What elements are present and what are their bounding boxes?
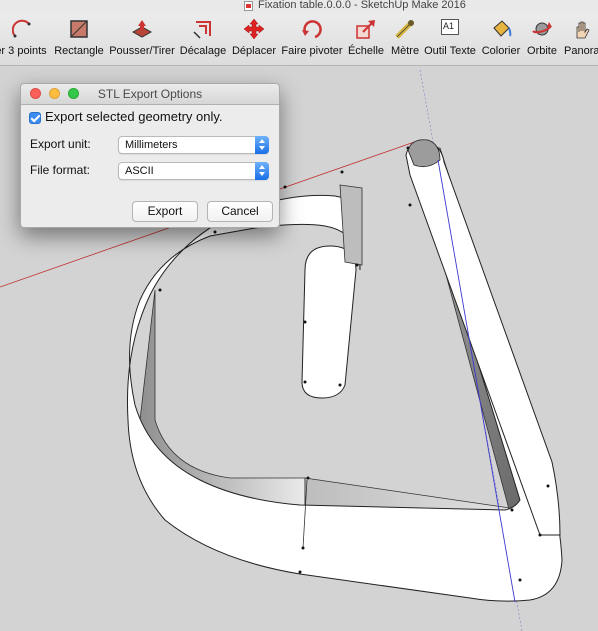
rectangle-icon — [70, 20, 88, 38]
export-selected-label[interactable]: Export selected geometry only. — [45, 109, 223, 124]
select-arrows-icon — [255, 136, 269, 154]
tool-label: er 3 points — [0, 45, 47, 57]
document-icon — [244, 1, 253, 11]
tool-offset[interactable]: Décalage — [178, 13, 228, 65]
tool-text[interactable]: A1 Outil Texte — [424, 13, 476, 65]
tool-label: Colorier — [481, 45, 521, 57]
scale-icon — [356, 20, 375, 39]
text-tool-icon: A1 — [441, 19, 459, 35]
diagonal-bar-top — [405, 140, 561, 536]
tool-label: Orbite — [527, 45, 557, 57]
tool-rectangle[interactable]: Rectangle — [53, 13, 105, 65]
tool-tape-measure[interactable]: Mètre — [388, 13, 422, 65]
tool-label: Outil Texte — [424, 45, 476, 57]
select-arrows-icon — [255, 162, 269, 180]
file-format-select[interactable]: ASCII — [118, 162, 269, 180]
tool-push-pull[interactable]: Pousser/Tirer — [108, 13, 176, 65]
export-unit-label: Export unit: — [30, 137, 91, 151]
arc-3-points-icon — [12, 19, 31, 38]
pan-icon — [576, 21, 590, 39]
orbit-icon — [532, 22, 552, 36]
tool-pan[interactable]: Panora — [562, 13, 598, 65]
paint-bucket-icon — [493, 20, 512, 37]
file-format-label: File format: — [30, 163, 91, 177]
tool-label: Panora — [564, 45, 598, 57]
tool-paint-bucket[interactable]: Colorier — [478, 13, 524, 65]
rotate-icon — [302, 20, 322, 39]
tool-label: Pousser/Tirer — [109, 45, 175, 57]
dialog-titlebar: STL Export Options — [21, 84, 279, 105]
tape-measure-icon — [395, 20, 414, 39]
export-unit-select[interactable]: Millimeters — [118, 136, 269, 154]
tool-move[interactable]: Déplacer — [230, 13, 278, 65]
tool-label: Rectangle — [54, 45, 104, 57]
file-format-value: ASCII — [125, 165, 154, 177]
tool-label: Mètre — [390, 45, 420, 57]
move-icon — [243, 18, 265, 40]
tool-arc-3-points[interactable]: er 3 points — [0, 13, 50, 65]
tool-rotate[interactable]: Faire pivoter — [280, 13, 344, 65]
tool-label: Faire pivoter — [281, 45, 343, 57]
dialog-title: STL Export Options — [97, 87, 203, 101]
text-tool-glyph: A1 — [443, 21, 455, 31]
export-button[interactable]: Export — [132, 201, 198, 222]
toolbar: er 3 points Rectangle Pousser/Tirer Déca… — [0, 13, 598, 66]
tool-label: Déplacer — [231, 45, 277, 57]
hook-surface — [301, 245, 357, 399]
tool-orbit[interactable]: Orbite — [524, 13, 560, 65]
window-titlebar: Fixation table.0.0.0 - SketchUp Make 201… — [0, 0, 598, 13]
stl-export-dialog: STL Export Options Export selected geome… — [20, 83, 280, 228]
tool-label: Décalage — [179, 45, 227, 57]
export-selected-checkbox[interactable] — [29, 112, 41, 124]
tool-label: Échelle — [347, 45, 385, 57]
bar-cap — [407, 139, 441, 168]
push-pull-icon — [131, 20, 153, 38]
window-title: Fixation table.0.0.0 - SketchUp Make 201… — [258, 0, 466, 11]
offset-icon — [193, 21, 211, 39]
cancel-button[interactable]: Cancel — [207, 201, 273, 222]
tool-scale[interactable]: Échelle — [346, 13, 386, 65]
export-unit-value: Millimeters — [125, 139, 178, 151]
